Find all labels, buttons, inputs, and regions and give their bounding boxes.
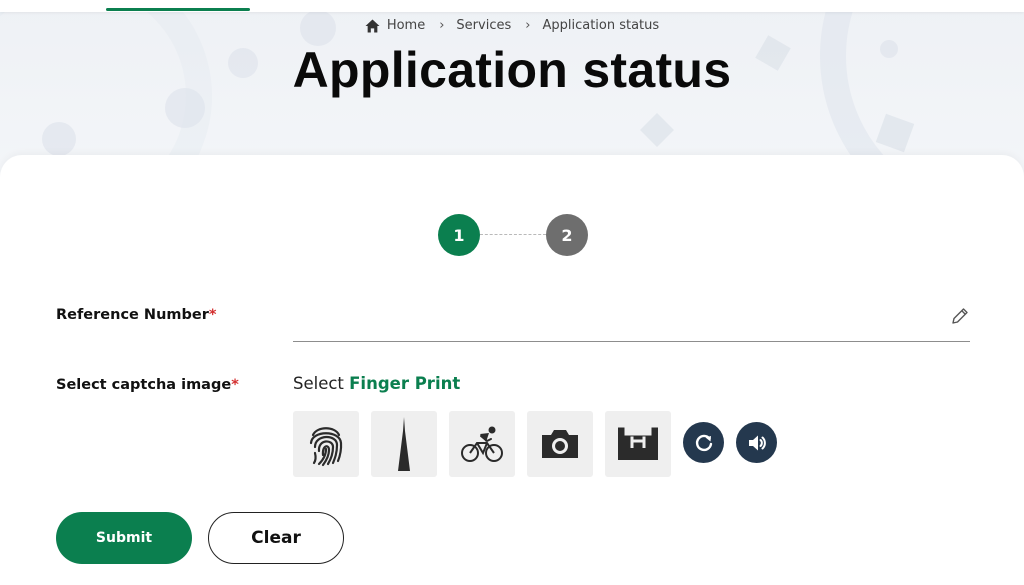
clear-button[interactable]: Clear (208, 512, 344, 564)
chevron-right-icon: › (439, 18, 445, 33)
top-nav-bar (0, 0, 1024, 12)
tower-icon (398, 417, 410, 471)
captcha-target: Finger Print (349, 374, 461, 393)
cyclist-icon (461, 426, 503, 462)
required-mark: * (208, 307, 217, 323)
breadcrumb: Home › Services › Application status (0, 18, 1024, 33)
captcha-option-cyclist[interactable] (449, 411, 515, 477)
camera-icon (542, 430, 578, 458)
breadcrumb-home[interactable]: Home (365, 18, 425, 33)
step-1: 1 (438, 214, 480, 256)
required-mark: * (231, 377, 239, 393)
captcha-prompt-prefix: Select (293, 374, 344, 393)
form-card: 1 2 Reference Number* Select captcha ima… (0, 155, 1024, 585)
reference-number-field (293, 293, 970, 342)
pencil-icon (952, 308, 968, 324)
submit-button[interactable]: Submit (56, 512, 192, 564)
chevron-right-icon: › (525, 18, 531, 33)
breadcrumb-current: Application status (542, 18, 660, 33)
breadcrumb-services[interactable]: Services (456, 18, 511, 33)
captcha-audio-button[interactable] (736, 422, 777, 463)
home-icon (365, 18, 380, 33)
captcha-label-text: Select captcha image (56, 377, 232, 393)
page-title: Application status (292, 42, 732, 98)
reference-number-input[interactable] (293, 301, 937, 333)
captcha-option-fingerprint[interactable] (293, 411, 359, 477)
speaker-icon (748, 435, 766, 450)
stepper: 1 2 (438, 214, 588, 256)
breadcrumb-home-label: Home (386, 18, 426, 33)
refresh-icon (695, 434, 712, 451)
reference-number-label: Reference Number* (56, 307, 216, 323)
reference-number-label-text: Reference Number (56, 307, 209, 323)
step-connector (480, 234, 546, 235)
captcha-option-tower[interactable] (371, 411, 437, 477)
step-2: 2 (546, 214, 588, 256)
helipad-building-icon (618, 427, 658, 460)
active-nav-indicator (106, 8, 250, 11)
fingerprint-icon (309, 427, 343, 467)
captcha-option-helipad[interactable] (605, 411, 671, 477)
captcha-refresh-button[interactable] (683, 422, 724, 463)
captcha-prompt: Select Finger Print (293, 374, 460, 393)
captcha-option-camera[interactable] (527, 411, 593, 477)
captcha-label: Select captcha image* (56, 377, 239, 393)
